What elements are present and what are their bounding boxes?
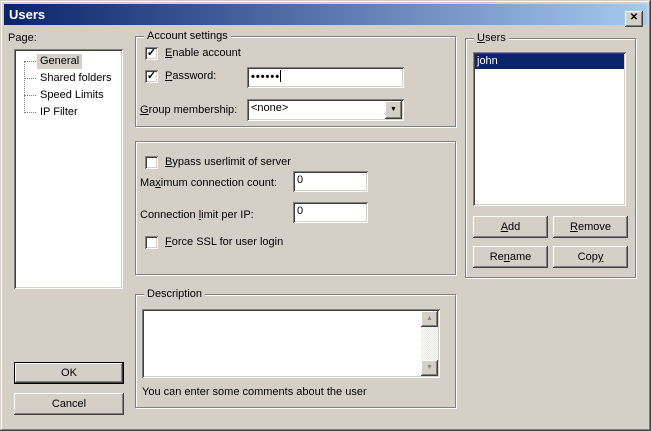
enable-account-checkbox[interactable]: ✓ xyxy=(145,47,158,60)
tree-item-shared-folders[interactable]: Shared folders xyxy=(37,71,115,86)
label-text: emove xyxy=(578,221,611,233)
bypass-userlimit-label: Bypass userlimit of server xyxy=(165,156,291,168)
tree-line xyxy=(24,78,36,79)
list-item-john[interactable]: john xyxy=(475,54,624,69)
users-group-title: Users xyxy=(474,32,509,44)
mnemonic: A xyxy=(501,221,508,233)
scroll-up-icon[interactable]: ▲ xyxy=(421,311,438,327)
label-text: Re xyxy=(490,251,504,263)
group-membership-combobox[interactable]: <none> ▼ xyxy=(247,99,404,121)
label-text: nable account xyxy=(172,47,241,59)
password-input[interactable]: •••••• xyxy=(247,67,404,88)
label-text: sers xyxy=(485,32,506,44)
label-text: imum connection count: xyxy=(161,177,277,189)
group-membership-label: Group membership: xyxy=(140,104,237,116)
enable-account-label: Enable account xyxy=(165,47,241,59)
mnemonic: U xyxy=(477,32,485,44)
connection-limit-label: Connection limit per IP: xyxy=(140,209,254,221)
window-title: Users xyxy=(9,7,45,22)
label-text: Connection xyxy=(140,209,199,221)
remove-button[interactable]: Remove xyxy=(553,216,628,238)
bypass-userlimit-checkbox[interactable] xyxy=(145,156,158,169)
text-caret xyxy=(280,70,281,82)
max-connection-label: Maximum connection count: xyxy=(140,177,277,189)
page-label: Page: xyxy=(8,32,37,44)
users-listbox[interactable]: john xyxy=(473,52,626,206)
mnemonic: y xyxy=(598,251,604,263)
label-text: roup membership: xyxy=(149,104,238,116)
tree-line xyxy=(24,61,36,62)
label-text: ame xyxy=(510,251,531,263)
label-text: Ma xyxy=(140,177,155,189)
cancel-button[interactable]: Cancel xyxy=(14,393,124,415)
password-checkbox[interactable]: ✓ xyxy=(145,70,158,83)
label-text: dd xyxy=(508,221,520,233)
force-ssl-checkbox[interactable] xyxy=(145,236,158,249)
label-text: assword: xyxy=(172,70,216,82)
copy-button[interactable]: Copy xyxy=(553,246,628,268)
max-connection-input[interactable]: 0 xyxy=(293,171,368,192)
scroll-down-icon[interactable]: ▼ xyxy=(421,360,438,376)
description-title: Description xyxy=(144,288,205,300)
password-label: Password: xyxy=(165,70,216,82)
chevron-down-icon[interactable]: ▼ xyxy=(385,101,402,119)
description-textarea[interactable]: ▲ ▼ xyxy=(142,309,440,378)
force-ssl-label: Force SSL for user login xyxy=(165,236,283,248)
tree-item-ip-filter[interactable]: IP Filter xyxy=(37,105,81,120)
label-text: imit per IP: xyxy=(201,209,254,221)
tree-item-speed-limits[interactable]: Speed Limits xyxy=(37,88,107,103)
close-icon[interactable]: ✕ xyxy=(625,11,643,27)
tree-line xyxy=(24,61,25,113)
tree-line xyxy=(24,95,36,96)
ok-button[interactable]: OK xyxy=(14,362,124,384)
account-settings-title: Account settings xyxy=(144,30,231,42)
add-button[interactable]: Add xyxy=(473,216,548,238)
mnemonic: G xyxy=(140,104,149,116)
mnemonic: R xyxy=(570,221,578,233)
label-text: ypass userlimit of server xyxy=(172,156,291,168)
users-dialog: Users ✕ Page: General Shared folders Spe… xyxy=(0,0,651,431)
password-masked-value: •••••• xyxy=(251,71,280,83)
description-scrollbar[interactable]: ▲ ▼ xyxy=(421,311,438,376)
combobox-value: <none> xyxy=(251,102,288,114)
tree-line xyxy=(24,112,36,113)
mnemonic: F xyxy=(165,236,172,248)
label-text: orce SSL for user login xyxy=(172,236,283,248)
titlebar[interactable]: Users ✕ xyxy=(4,4,647,25)
tree-item-general[interactable]: General xyxy=(37,54,82,69)
rename-button[interactable]: Rename xyxy=(473,246,548,268)
page-tree[interactable]: General Shared folders Speed Limits IP F… xyxy=(14,49,123,289)
description-hint: You can enter some comments about the us… xyxy=(142,386,367,398)
label-text: Cop xyxy=(578,251,598,263)
connection-limit-input[interactable]: 0 xyxy=(293,202,368,223)
